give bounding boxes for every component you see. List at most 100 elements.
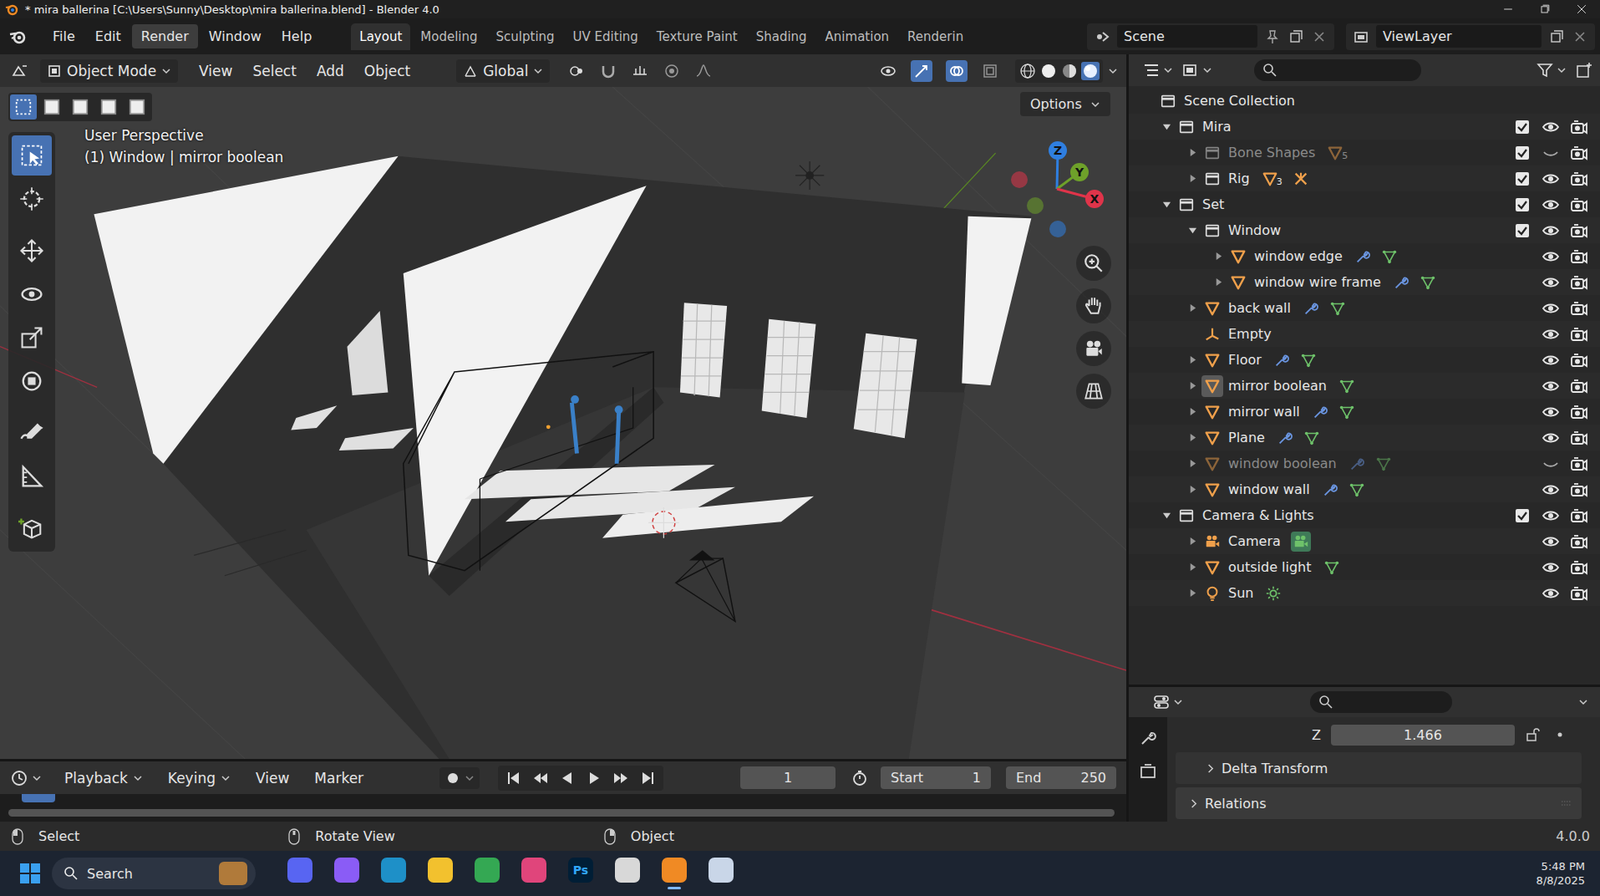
- outliner-badge[interactable]: [1352, 246, 1373, 267]
- taskbar-app[interactable]: Ps: [561, 852, 600, 894]
- scene-selector[interactable]: Scene: [1086, 23, 1335, 51]
- snap-target-icon[interactable]: [630, 61, 650, 81]
- falloff-icon[interactable]: [694, 61, 713, 81]
- render-camera-icon[interactable]: [1569, 376, 1589, 396]
- proportional-edit-icon[interactable]: [662, 61, 681, 81]
- axis-handle[interactable]: Y: [1070, 162, 1089, 182]
- editor-type-button[interactable]: [1142, 60, 1174, 80]
- jump-start-icon[interactable]: [504, 768, 524, 788]
- workspace-tab[interactable]: Modeling: [411, 23, 486, 51]
- expanded-arrow-icon[interactable]: [1162, 510, 1172, 520]
- outliner-badge[interactable]: [1290, 168, 1311, 189]
- outliner-item-name[interactable]: Sun: [1228, 584, 1254, 601]
- outliner-item-name[interactable]: window wall: [1228, 481, 1311, 498]
- drag-handle-icon[interactable]: [1559, 798, 1574, 808]
- menu-item[interactable]: Render: [132, 24, 199, 49]
- eye-open-icon[interactable]: [1541, 584, 1560, 603]
- select-mode-icon[interactable]: [95, 94, 122, 120]
- outliner-row[interactable]: window wall: [1128, 476, 1600, 503]
- collapsed-arrow-icon[interactable]: [1213, 251, 1224, 261]
- outliner-badge[interactable]: [1379, 246, 1400, 267]
- close-icon[interactable]: [1574, 2, 1589, 16]
- outliner-row[interactable]: outside light: [1128, 553, 1600, 580]
- menu-item[interactable]: Help: [272, 24, 321, 49]
- tool-tab-icon[interactable]: [1138, 728, 1158, 747]
- taskbar-app[interactable]: [327, 852, 366, 894]
- pivot-icon[interactable]: [567, 61, 586, 81]
- outliner-item-name[interactable]: Rig: [1228, 170, 1250, 187]
- visibility-icon[interactable]: [878, 61, 898, 81]
- perspective-toggle-button[interactable]: [1076, 373, 1112, 409]
- pan-button[interactable]: [1076, 288, 1112, 324]
- select-mode-icon[interactable]: [123, 94, 151, 120]
- windows-start-icon[interactable]: [18, 861, 42, 885]
- eye-open-icon[interactable]: [1541, 273, 1560, 292]
- eye-open-icon[interactable]: [1541, 195, 1560, 214]
- outliner-row[interactable]: window boolean: [1128, 450, 1600, 477]
- render-camera-icon[interactable]: [1569, 402, 1589, 422]
- viewport-menu-item[interactable]: Object: [356, 59, 418, 83]
- tool-button[interactable]: [11, 456, 52, 497]
- outliner-row[interactable]: back wall: [1128, 294, 1600, 321]
- taskbar-app[interactable]: [608, 852, 647, 894]
- menu-item[interactable]: File: [43, 24, 85, 49]
- outliner-badge[interactable]: [1271, 350, 1292, 371]
- outliner-row[interactable]: Camera & Lights: [1128, 502, 1600, 529]
- taskbar-app[interactable]: [701, 852, 741, 894]
- eye-open-icon[interactable]: [1541, 532, 1560, 551]
- camera-view-button[interactable]: [1076, 330, 1112, 366]
- close-icon[interactable]: [1571, 28, 1589, 46]
- eye-open-icon[interactable]: [1541, 376, 1560, 396]
- eye-closed-icon[interactable]: [1541, 454, 1560, 473]
- eye-open-icon[interactable]: [1541, 480, 1560, 499]
- tool-button[interactable]: [11, 178, 52, 219]
- tool-button[interactable]: [11, 135, 52, 176]
- tool-button[interactable]: [11, 507, 52, 549]
- tool-button[interactable]: [11, 412, 52, 453]
- outliner-row[interactable]: Floor: [1128, 346, 1600, 373]
- outliner-row[interactable]: Mira: [1128, 113, 1600, 140]
- editor-type-button[interactable]: [1152, 692, 1184, 712]
- tool-button[interactable]: [11, 230, 52, 271]
- outliner-badge[interactable]: [1417, 272, 1438, 293]
- exclude-checkbox-icon[interactable]: [1514, 507, 1530, 524]
- timeline-menu-item[interactable]: Keying: [160, 766, 239, 790]
- eye-open-icon[interactable]: [1541, 221, 1560, 240]
- minimize-icon[interactable]: [1501, 2, 1515, 16]
- menu-item[interactable]: Window: [199, 24, 271, 49]
- outliner-badge[interactable]: 5: [1325, 142, 1350, 163]
- render-camera-icon[interactable]: [1569, 247, 1589, 266]
- select-mode-icon[interactable]: [38, 94, 66, 120]
- snap-icon[interactable]: [599, 61, 618, 81]
- outliner-item-name[interactable]: outside light: [1228, 558, 1312, 575]
- render-camera-icon[interactable]: [1569, 195, 1589, 214]
- outliner-row[interactable]: Empty: [1128, 320, 1600, 347]
- render-camera-icon[interactable]: [1569, 454, 1589, 473]
- outliner-item-name[interactable]: window edge: [1254, 248, 1343, 265]
- viewport-menu-item[interactable]: Select: [244, 59, 304, 83]
- outliner-badge[interactable]: [1346, 479, 1367, 500]
- outliner-row[interactable]: Window: [1128, 217, 1600, 244]
- outliner-item-name[interactable]: Empty: [1228, 325, 1272, 342]
- axis-handle[interactable]: Z: [1048, 141, 1067, 160]
- collapsed-arrow-icon[interactable]: [1188, 303, 1198, 313]
- zoom-button[interactable]: [1076, 245, 1112, 281]
- workspace-tab[interactable]: Sculpting: [487, 23, 564, 51]
- next-keyframe-icon[interactable]: [611, 768, 630, 788]
- negative-axis-icon[interactable]: [1026, 197, 1044, 214]
- scene-name[interactable]: Scene: [1117, 25, 1258, 48]
- outliner-row[interactable]: Scene Collection: [1128, 87, 1600, 114]
- material-shading-icon[interactable]: [1060, 61, 1079, 81]
- collapsed-arrow-icon[interactable]: [1188, 432, 1198, 442]
- render-camera-icon[interactable]: [1569, 350, 1589, 370]
- outliner-badge[interactable]: [1320, 479, 1341, 500]
- render-camera-icon[interactable]: [1569, 428, 1589, 447]
- wireframe-shading-icon[interactable]: [1018, 61, 1037, 81]
- timeline-scrubber[interactable]: [0, 793, 1127, 822]
- expanded-arrow-icon[interactable]: [1162, 199, 1172, 209]
- outliner-item-name[interactable]: Plane: [1228, 429, 1265, 446]
- taskbar-app[interactable]: [467, 852, 507, 894]
- new-collection-icon[interactable]: [1574, 60, 1594, 80]
- timeline-menu-item[interactable]: View: [248, 766, 297, 790]
- eye-open-icon[interactable]: [1541, 247, 1560, 266]
